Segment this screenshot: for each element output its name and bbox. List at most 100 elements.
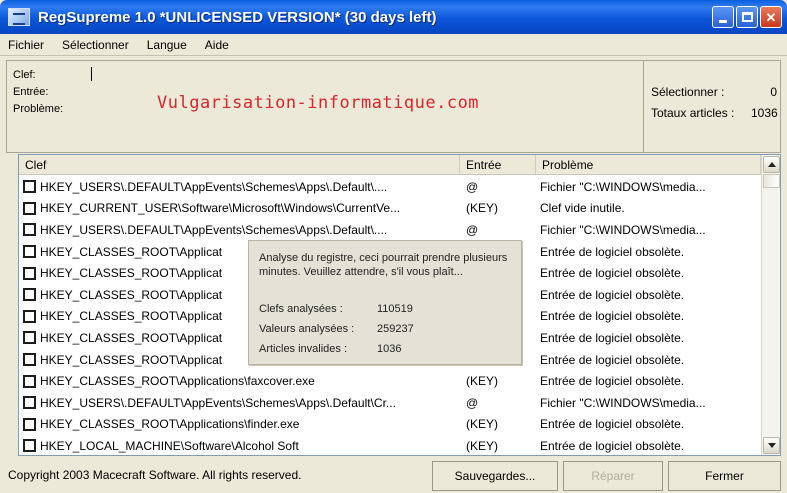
details-panel: Clef: Entrée: Problème: Vulgarisation-in… — [6, 60, 781, 153]
row-checkbox[interactable] — [23, 180, 36, 194]
values-scanned: Valeurs analysées : 259237 — [259, 323, 414, 335]
close-icon: ✕ — [765, 9, 777, 25]
repair-button[interactable]: Réparer — [563, 461, 663, 491]
scroll-thumb[interactable] — [763, 174, 780, 188]
menu-fichier[interactable]: Fichier — [6, 36, 46, 54]
title-bar[interactable]: RegSupreme 1.0 *UNLICENSED VERSION* (30 … — [0, 0, 787, 34]
key-path: HKEY_CLASSES_ROOT\Applicat — [40, 352, 223, 367]
label-probleme: Problème: — [13, 103, 64, 115]
scan-message: Analyse du registre, ceci pourrait prend… — [259, 252, 508, 278]
cell-problem: Entrée de logiciel obsolète. — [540, 417, 685, 432]
cell-entry: (KEY) — [466, 417, 499, 432]
row-checkbox[interactable] — [23, 223, 36, 237]
menu-langue[interactable]: Langue — [145, 36, 189, 54]
row-checkbox[interactable] — [23, 266, 36, 280]
app-icon — [8, 8, 30, 26]
cell-problem: Entrée de logiciel obsolète. — [540, 330, 685, 345]
cell-entry: (KEY) — [466, 201, 499, 216]
key-path: HKEY_CLASSES_ROOT\Applications\finder.ex… — [40, 417, 300, 432]
close-window-button[interactable]: ✕ — [760, 6, 782, 28]
scroll-up-button[interactable] — [763, 156, 780, 173]
arrow-up-icon — [767, 162, 776, 167]
watermark: Vulgarisation-informatique.com — [157, 93, 480, 113]
cell-problem: Entrée de logiciel obsolète. — [540, 244, 685, 259]
minimize-icon — [719, 19, 727, 23]
invalid-items: Articles invalides : 1036 — [259, 343, 401, 355]
table-row[interactable]: HKEY_USERS\.DEFAULT\AppEvents\Schemes\Ap… — [19, 219, 761, 241]
label-clef: Clef: — [13, 69, 36, 81]
close-button[interactable]: Fermer — [668, 461, 781, 491]
row-checkbox[interactable] — [23, 374, 36, 388]
column-header-entree[interactable]: Entrée — [460, 155, 536, 175]
values-scanned-label: Valeurs analysées : — [259, 323, 355, 335]
table-row[interactable]: HKEY_CLASSES_ROOT\Applications\finder.ex… — [19, 414, 761, 436]
table-header: Clef Entrée Problème — [19, 155, 761, 175]
key-path: HKEY_USERS\.DEFAULT\AppEvents\Schemes\Ap… — [40, 179, 388, 194]
row-checkbox[interactable] — [23, 288, 36, 302]
cell-problem: Entrée de logiciel obsolète. — [540, 352, 685, 367]
table-row[interactable]: HKEY_CLASSES_ROOT\Applications\faxcover.… — [19, 370, 761, 392]
invalid-items-value: 1036 — [377, 343, 402, 355]
keys-scanned-label: Clefs analysées : — [259, 303, 343, 315]
details-labels: Clef: Entrée: Problème: — [13, 67, 63, 118]
key-path: HKEY_CLASSES_ROOT\Applications\faxcover.… — [40, 374, 315, 389]
key-path: HKEY_LOCAL_MACHINE\Software\Alcohol Soft — [40, 438, 299, 453]
table-row[interactable]: HKEY_USERS\.DEFAULT\AppEvents\Schemes\Ap… — [19, 392, 761, 414]
row-checkbox[interactable] — [23, 331, 36, 345]
menu-selectionner[interactable]: Sélectionner — [60, 36, 131, 54]
row-checkbox[interactable] — [23, 396, 36, 410]
key-path: HKEY_USERS\.DEFAULT\AppEvents\Schemes\Ap… — [40, 395, 396, 410]
text-caret — [91, 67, 92, 81]
keys-scanned: Clefs analysées : 110519 — [259, 303, 413, 315]
maximize-icon — [741, 12, 753, 22]
cell-key: HKEY_USERS\.DEFAULT\AppEvents\Schemes\Ap… — [19, 180, 460, 194]
column-header-probleme[interactable]: Problème — [536, 155, 761, 175]
key-path: HKEY_CURRENT_USER\Software\Microsoft\Win… — [40, 201, 401, 216]
row-checkbox[interactable] — [23, 245, 36, 259]
status-bar: Copyright 2003 Macecraft Software. All r… — [0, 458, 787, 493]
column-header-clef[interactable]: Clef — [19, 155, 460, 175]
backups-button[interactable]: Sauvegardes... — [432, 461, 558, 491]
scan-progress-tooltip: Analyse du registre, ceci pourrait prend… — [248, 240, 522, 365]
cell-problem: Entrée de logiciel obsolète. — [540, 438, 685, 453]
stats-summary: Sélectionner : 0 Totaux articles : 1036 — [651, 81, 778, 124]
arrow-down-icon — [767, 443, 776, 448]
menu-bar: Fichier Sélectionner Langue Aide — [0, 34, 787, 56]
row-checkbox[interactable] — [23, 439, 36, 453]
cell-problem: Entrée de logiciel obsolète. — [540, 309, 685, 324]
key-path: HKEY_CLASSES_ROOT\Applicat — [40, 309, 223, 324]
cell-problem: Fichier "C:\WINDOWS\media... — [540, 222, 706, 237]
total-label: Totaux articles : — [651, 106, 735, 121]
label-entree: Entrée: — [13, 86, 49, 98]
table-row[interactable]: HKEY_USERS\.DEFAULT\AppEvents\Schemes\Ap… — [19, 176, 761, 198]
scroll-down-button[interactable] — [763, 437, 780, 454]
selected-count: 0 — [770, 84, 777, 99]
cell-entry: (KEY) — [466, 374, 499, 389]
key-path: HKEY_CLASSES_ROOT\Applicat — [40, 266, 223, 281]
maximize-button[interactable] — [736, 6, 758, 28]
values-scanned-value: 259237 — [377, 323, 414, 335]
row-checkbox[interactable] — [23, 201, 36, 215]
table-row[interactable]: HKEY_CURRENT_USER\Software\Microsoft\Win… — [19, 198, 761, 220]
row-checkbox[interactable] — [23, 353, 36, 367]
minimize-button[interactable] — [712, 6, 734, 28]
cell-entry: @ — [466, 395, 479, 410]
vertical-scrollbar[interactable] — [761, 155, 780, 455]
cell-problem: Fichier "C:\WINDOWS\media... — [540, 395, 706, 410]
cell-entry: @ — [466, 179, 479, 194]
invalid-items-label: Articles invalides : — [259, 343, 348, 355]
key-path: HKEY_CLASSES_ROOT\Applicat — [40, 244, 223, 259]
row-checkbox[interactable] — [23, 309, 36, 323]
cell-entry: (KEY) — [466, 438, 499, 453]
selected-label: Sélectionner : — [651, 84, 725, 99]
cell-entry: @ — [466, 222, 479, 237]
cell-key: HKEY_LOCAL_MACHINE\Software\Alcohol Soft — [19, 439, 460, 453]
cell-key: HKEY_CURRENT_USER\Software\Microsoft\Win… — [19, 201, 460, 215]
menu-aide[interactable]: Aide — [203, 36, 231, 54]
row-checkbox[interactable] — [23, 417, 36, 431]
table-row[interactable]: HKEY_LOCAL_MACHINE\Software\Alcohol Soft… — [19, 435, 761, 455]
cell-key: HKEY_CLASSES_ROOT\Applications\finder.ex… — [19, 417, 460, 431]
total-count: 1036 — [751, 106, 778, 121]
cell-problem: Clef vide inutile. — [540, 201, 625, 216]
cell-problem: Entrée de logiciel obsolète. — [540, 287, 685, 302]
